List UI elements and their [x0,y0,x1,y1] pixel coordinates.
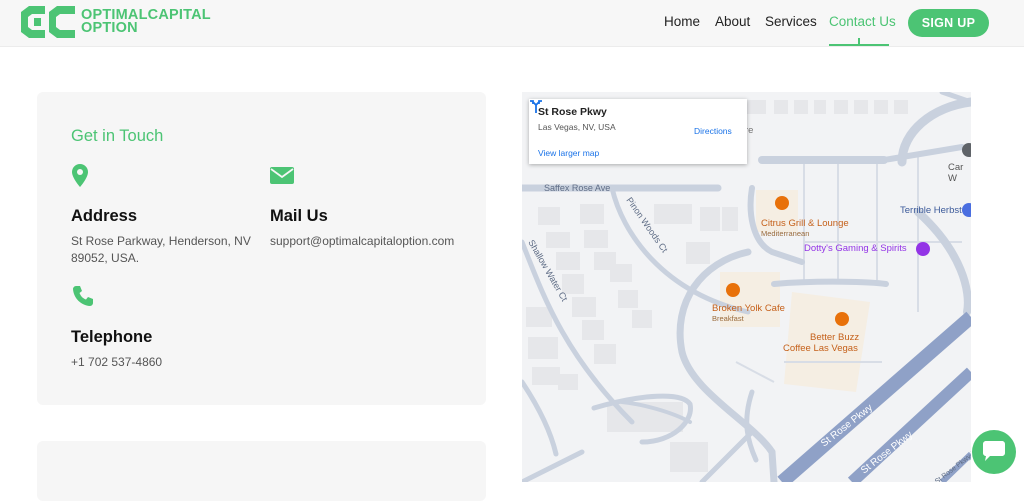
address-title: Address [71,207,138,225]
nav-about[interactable]: About [715,14,750,29]
sign-up-button[interactable]: SIGN UP [908,9,989,37]
poi-terrible-herbst[interactable]: Terrible Herbst [900,205,962,216]
poi-citrus-grill[interactable]: Citrus Grill & Lounge [761,218,849,229]
map-place-address: Las Vegas, NV, USA [538,122,616,132]
contact-card: Get in Touch Address St Rose Parkway, He… [37,92,486,405]
logo-text: OPTIMALCAPITAL OPTION [81,8,211,36]
map-info-box: St Rose Pkwy Las Vegas, NV, USA Directio… [529,99,747,164]
address-line2: 89052, USA. [71,251,140,265]
mail-title: Mail Us [270,207,328,225]
mail-value[interactable]: support@optimalcapitaloption.com [270,233,454,250]
contact-heading: Get in Touch [71,127,164,145]
site-header: OPTIMALCAPITAL OPTION Home About Service… [0,0,1024,47]
logo-mark-icon [21,6,75,38]
view-larger-map-link[interactable]: View larger map [538,148,599,158]
directions-link[interactable]: Directions [694,126,732,136]
poi-citrus-grill-sub: Mediterranean [761,229,810,238]
address-line1: St Rose Parkway, Henderson, NV [71,234,251,248]
google-map[interactable]: Saffex Rose Ave Pinon Woods Ct Shallow W… [522,92,971,482]
street-st-rose-2: St Rose Pkwy [859,429,915,476]
secondary-card [37,441,486,501]
nav-contact-us[interactable]: Contact Us [829,14,896,29]
brand-logo[interactable]: OPTIMALCAPITAL OPTION [19,6,211,38]
poi-broken-yolk-sub: Breakfast [712,314,744,323]
envelope-icon [270,167,294,184]
chat-bubble-icon [983,441,1005,461]
poi-car-wash[interactable]: Car W [948,162,971,184]
poi-better-buzz-sub: Coffee Las Vegas [783,343,858,354]
poi-broken-yolk[interactable]: Broken Yolk Cafe [712,303,785,314]
poi-dottys[interactable]: Dotty's Gaming & Spirits [804,243,907,254]
nav-services[interactable]: Services [765,14,817,29]
telephone-value[interactable]: +1 702 537-4860 [71,354,162,371]
phone-icon [73,286,93,306]
street-saffex: Saffex Rose Ave [544,183,610,193]
street-ramp: St Rose Pkwy-I-15 Ramp [934,432,971,482]
nav-active-underline [829,44,889,46]
logo-line2: OPTION [81,20,138,36]
nav-home[interactable]: Home [664,14,700,29]
directions-icon[interactable] [529,99,543,113]
street-st-rose-1: St Rose Pkwy [819,402,875,449]
poi-better-buzz[interactable]: Better Buzz [810,332,859,343]
telephone-title: Telephone [71,328,153,346]
map-place-title: St Rose Pkwy [538,106,607,118]
location-pin-icon [72,164,88,187]
